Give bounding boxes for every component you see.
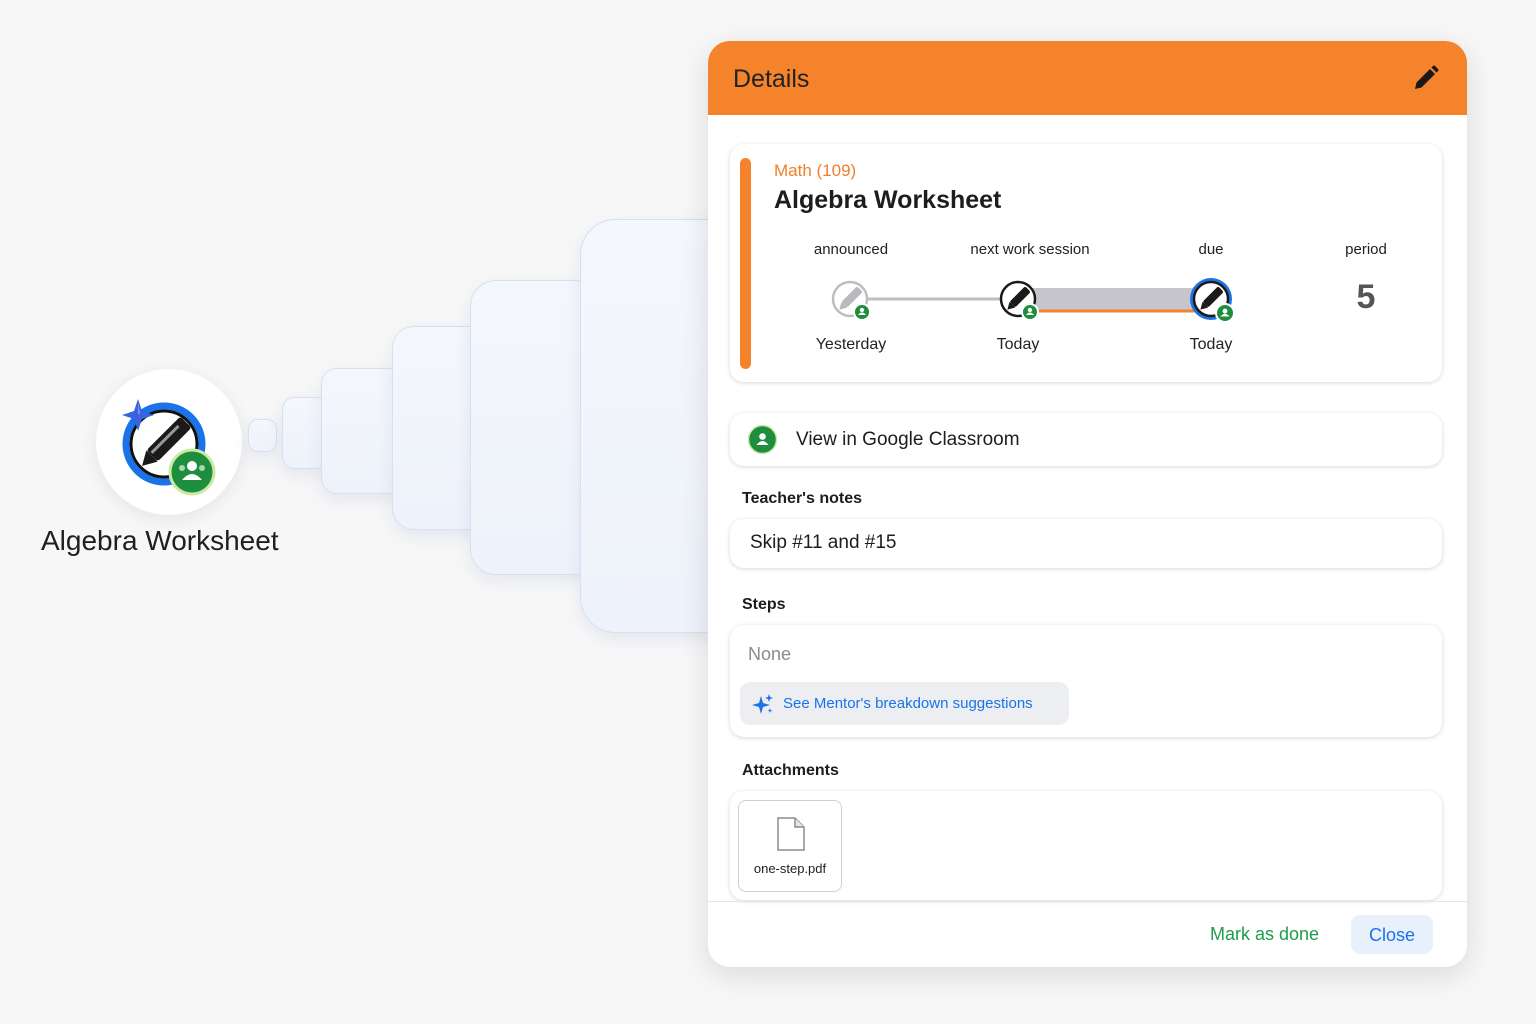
timeline-node-due xyxy=(1190,278,1235,323)
google-classroom-icon xyxy=(748,425,777,454)
attachment-file[interactable]: one-step.pdf xyxy=(738,800,842,892)
pencil-icon xyxy=(1415,65,1439,89)
attachment-file-name: one-step.pdf xyxy=(753,861,827,876)
mentor-suggestions-button[interactable]: See Mentor's breakdown suggestions xyxy=(740,682,1069,725)
mentor-suggestions-label: See Mentor's breakdown suggestions xyxy=(783,695,1033,712)
timeline-date-next-session: Today xyxy=(996,336,1040,353)
footer-divider xyxy=(708,901,1467,902)
view-in-classroom-label: View in Google Classroom xyxy=(796,429,1020,450)
timeline-node-next-session xyxy=(999,280,1039,321)
close-button-label: Close xyxy=(1368,925,1416,945)
panel-header: Details xyxy=(708,41,1467,115)
timeline-node-announced xyxy=(831,280,871,321)
view-in-classroom-button[interactable]: View in Google Classroom xyxy=(730,413,1442,466)
teacher-notes-text: Skip #11 and #15 xyxy=(750,532,897,553)
document-icon xyxy=(777,817,805,851)
timeline-date-announced: Yesterday xyxy=(815,336,887,353)
attachments-heading: Attachments xyxy=(742,762,839,779)
panel-title: Details xyxy=(733,65,810,93)
edit-button[interactable] xyxy=(1411,63,1441,93)
steps-empty-text: None xyxy=(748,644,792,664)
steps-heading: Steps xyxy=(742,596,786,613)
steps-box: None See Mentor's breakdown suggestions xyxy=(730,625,1442,737)
timeline-date-due: Today xyxy=(1189,336,1233,353)
attachments-box: one-step.pdf xyxy=(730,791,1442,900)
sparkle-icon xyxy=(752,694,773,714)
stage: Algebra Worksheet Details Math (109) Alg… xyxy=(0,0,1536,1024)
app-title: Algebra Worksheet xyxy=(41,525,279,556)
teacher-notes-heading: Teacher's notes xyxy=(742,490,862,507)
app-icon[interactable] xyxy=(96,369,242,515)
ghost-card xyxy=(248,419,277,452)
close-button[interactable]: Close xyxy=(1351,915,1433,954)
teacher-notes-box: Skip #11 and #15 xyxy=(730,519,1442,568)
period-value: 5 xyxy=(1356,278,1376,316)
pencil-with-classroom-badge-icon xyxy=(122,399,216,496)
details-panel: Details Math (109) Algebra Worksheet ann… xyxy=(708,41,1467,967)
assignment-card: Math (109) Algebra Worksheet announced n… xyxy=(730,144,1442,382)
mark-as-done-button[interactable]: Mark as done xyxy=(1210,924,1319,945)
